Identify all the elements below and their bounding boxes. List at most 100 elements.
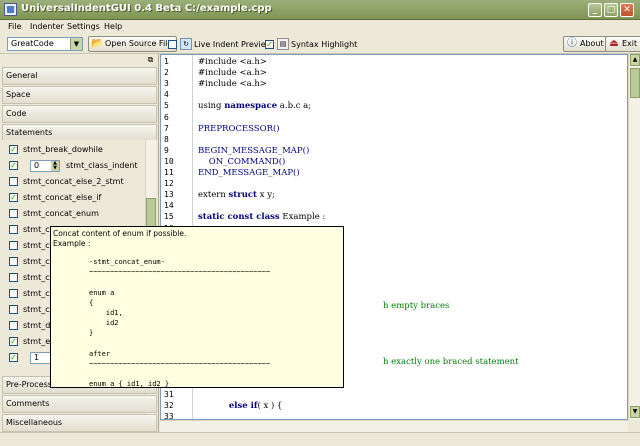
option-checkbox[interactable]: ✓ [9, 353, 18, 362]
option-label: stmt_concat_else_if [23, 193, 102, 202]
menu-settings[interactable]: Settings [67, 22, 100, 31]
code-line: h empty braces [383, 301, 449, 311]
highlight-icon: ▤ [277, 38, 289, 50]
code-line: extern struct x y; [198, 190, 275, 200]
option-label: stmt_concat_enum [23, 209, 99, 218]
code-line: #include <a.h> [198, 57, 267, 67]
close-button[interactable]: ✕ [620, 3, 634, 17]
line-number: 6 [164, 112, 169, 122]
toolbar: GreatCode ▼ 📂 Open Source File ↻ Live In… [0, 34, 640, 54]
option-label: stmt_break_dowhile [23, 145, 103, 154]
code-token: #include <a.h> [198, 57, 267, 67]
live-preview-checkbox[interactable] [168, 40, 177, 49]
code-token: else if [228, 401, 258, 412]
option-spinbox[interactable]: 0 ▲ ▼ [30, 160, 60, 172]
code-token: #include <a.h> [198, 79, 267, 90]
code-token: namespace [224, 101, 278, 112]
exit-button[interactable]: ⏏ Exit [605, 36, 640, 52]
line-number: 1 [164, 57, 169, 66]
chevron-down-icon[interactable]: ▼ [70, 38, 82, 50]
editor-vertical-scrollbar[interactable]: ▲ ▼ [628, 54, 640, 420]
tooltip-code-line: } [89, 329, 94, 338]
option-checkbox[interactable] [9, 289, 18, 298]
option-row[interactable]: ✓ stmt_concat_else_if [2, 190, 145, 206]
option-checkbox[interactable] [9, 257, 18, 266]
code-line: else if( x ) { [218, 401, 283, 412]
title-bar: UniversalIndentGUI 0.4 Beta C:/example.c… [0, 0, 640, 20]
section-code[interactable]: Code [2, 105, 157, 123]
line-number: 32 [164, 401, 174, 411]
option-checkbox[interactable] [9, 321, 18, 330]
scrollbar-thumb[interactable] [630, 68, 640, 98]
code-line: #include <a.h> [198, 79, 267, 89]
scroll-down-icon[interactable]: ▼ [630, 406, 640, 418]
option-checkbox[interactable] [9, 177, 18, 186]
tooltip-code-line: -stmt_concat_enum- [89, 258, 165, 266]
code-token: PREPROCESSOR() [198, 123, 280, 134]
preview-icon: ↻ [180, 38, 192, 50]
maximize-button[interactable]: □ [604, 3, 618, 17]
about-button[interactable]: ⓘ About [563, 36, 609, 52]
option-checkbox[interactable]: ✓ [9, 193, 18, 202]
code-line: END_MESSAGE_MAP() [198, 168, 300, 178]
line-number: 13 [164, 190, 174, 200]
menu-file[interactable]: File [8, 22, 21, 31]
option-row[interactable]: ✓ 0 ▲ ▼ stmt_class_indent [2, 158, 145, 174]
option-row[interactable]: stmt_concat_enum [2, 206, 145, 222]
option-checkbox[interactable]: ✓ [9, 161, 18, 170]
code-token: struct [228, 190, 257, 201]
option-row[interactable]: stmt_concat_else_2_stmt [2, 174, 145, 190]
exit-label: Exit [622, 39, 638, 48]
code-token: a.b.c a; [277, 101, 312, 112]
code-token: using [198, 101, 225, 112]
tooltip-code-line: enum a { id1, id2 } [89, 380, 170, 388]
code-token: Example : [279, 212, 326, 223]
code-token: #include <a.h> [198, 68, 267, 79]
code-token: h empty braces [383, 301, 450, 312]
live-preview-label: Live Indent Preview [194, 40, 273, 49]
code-token: extern [198, 190, 229, 201]
option-checkbox[interactable] [9, 241, 18, 250]
menu-bar: File Indenter Settings Help [0, 20, 640, 34]
indenter-select[interactable]: GreatCode ▼ [7, 37, 83, 51]
line-number: 14 [164, 201, 174, 211]
section-general[interactable]: General [2, 67, 157, 85]
undock-icon[interactable]: ⧉ [146, 55, 155, 64]
minimize-button[interactable]: _ [588, 3, 602, 17]
window-title: UniversalIndentGUI 0.4 Beta C:/example.c… [21, 3, 272, 14]
menu-indenter[interactable]: Indenter [30, 22, 64, 31]
code-line: ON_COMMAND() [198, 157, 286, 167]
section-space[interactable]: Space [2, 86, 157, 104]
code-line: static const class Example : [198, 212, 325, 222]
code-token: ( x ) { [257, 401, 283, 412]
tooltip-code-line: ~~~~~~~~~~~~~~~~~~~~~~~~~~~~~~~~~~~~~~~~… [89, 360, 271, 368]
code-token: static const class [198, 212, 280, 223]
scroll-up-icon[interactable]: ▲ [630, 54, 640, 66]
section-comments[interactable]: Comments [2, 395, 157, 413]
section-miscellaneous[interactable]: Miscellaneous [2, 414, 157, 432]
code-token: x y; [257, 190, 275, 201]
option-row[interactable]: ✓ stmt_break_dowhile [2, 142, 145, 158]
option-checkbox[interactable] [9, 225, 18, 234]
spin-arrows-icon[interactable]: ▲▼ [51, 161, 59, 171]
menu-help[interactable]: Help [104, 22, 122, 31]
syntax-highlight-checkbox[interactable]: ✓ [265, 40, 274, 49]
spin-value: 1 [34, 353, 40, 362]
editor-horizontal-scrollbar[interactable] [160, 420, 628, 432]
line-number: 3 [164, 79, 169, 89]
line-number: 2 [164, 68, 169, 78]
tooltip-code-line: id2 [89, 319, 119, 328]
option-checkbox[interactable] [9, 209, 18, 218]
option-checkbox[interactable]: ✓ [9, 337, 18, 346]
option-label: stmt_concat_else_2_stmt [23, 177, 124, 186]
option-checkbox[interactable] [9, 273, 18, 282]
syntax-highlight-label: Syntax Highlight [291, 40, 358, 49]
option-checkbox[interactable]: ✓ [9, 145, 18, 154]
option-checkbox[interactable] [9, 305, 18, 314]
tooltip-code-line: { [89, 298, 94, 307]
open-source-button[interactable]: 📂 Open Source File [88, 36, 178, 52]
line-number: 33 [164, 412, 174, 420]
code-line: using namespace a.b.c a; [198, 101, 311, 111]
option-label: stmt_class_indent [66, 161, 138, 170]
